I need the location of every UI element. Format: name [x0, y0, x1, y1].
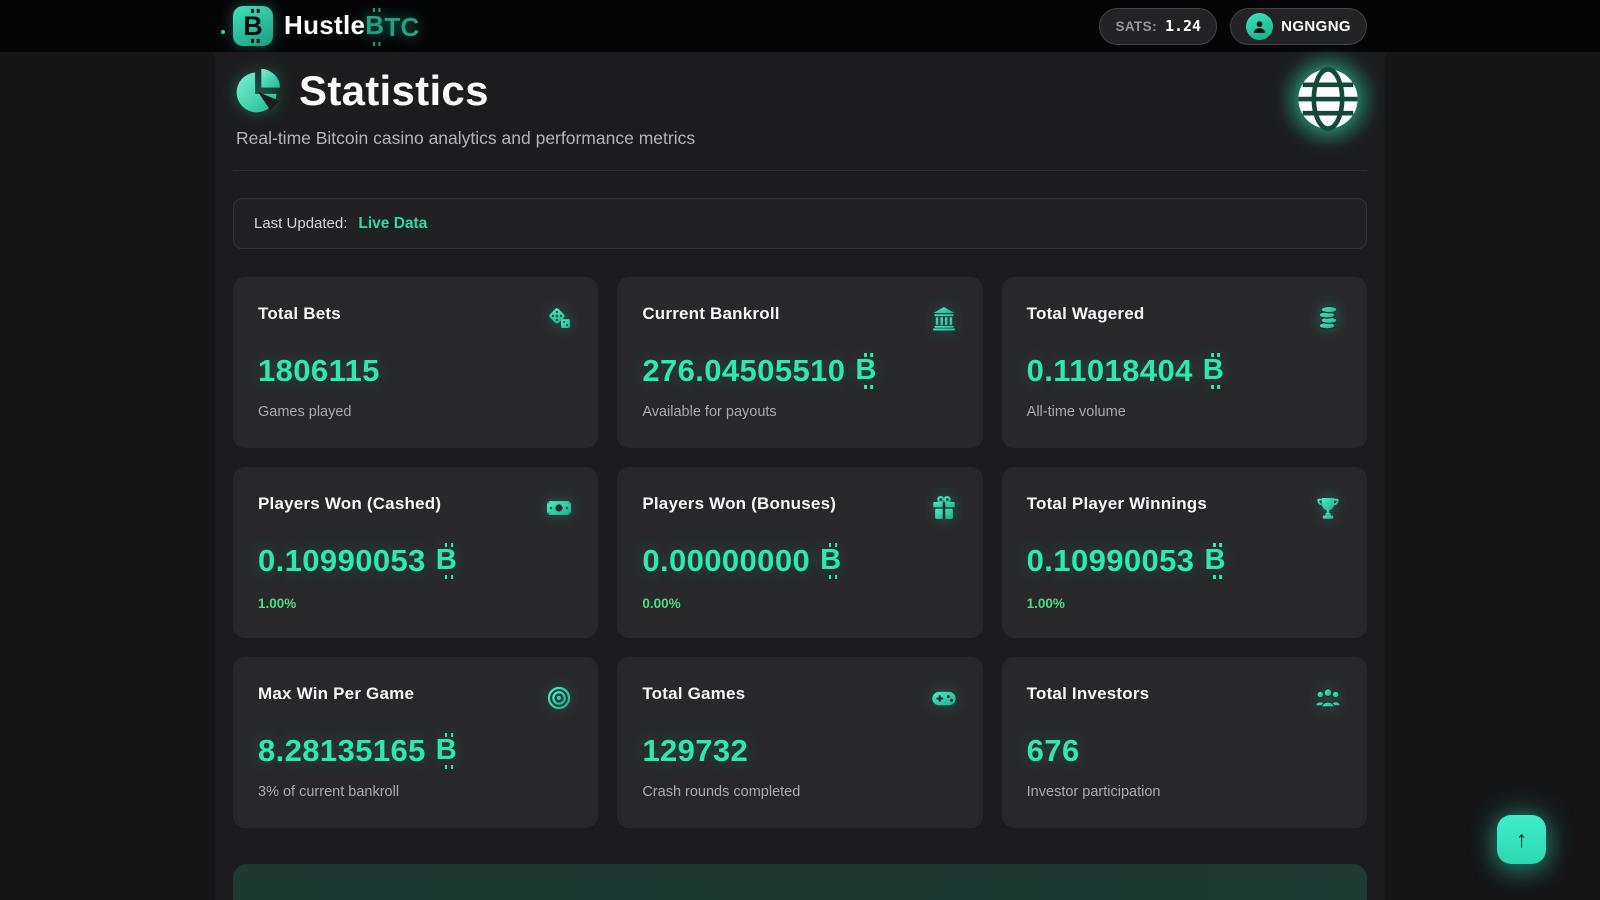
stat-card-total-investors: Total Investors 676 Investor participati…: [1002, 657, 1367, 828]
gamepad-icon: [930, 684, 958, 712]
btc-symbol: B: [820, 546, 841, 575]
card-title: Current Bankroll: [642, 304, 779, 324]
card-subtext: Available for payouts: [642, 404, 957, 420]
stat-card-total-wagered: Total Wagered 0.11018404B All-time volum…: [1002, 277, 1367, 448]
card-value: 676: [1027, 733, 1342, 769]
decor-dot: [221, 30, 225, 34]
btc-symbol: B: [436, 546, 457, 575]
card-percent: 1.00%: [258, 596, 573, 611]
card-title: Total Bets: [258, 304, 341, 324]
next-section-banner: [233, 864, 1367, 900]
card-percent: 0.00%: [642, 596, 957, 611]
card-title: Players Won (Cashed): [258, 494, 441, 514]
bitcoin-glyph: B: [243, 13, 263, 40]
dice-icon: [545, 304, 573, 332]
card-value: 0.00000000B: [642, 543, 957, 579]
sats-label: SATS:: [1115, 19, 1157, 34]
globe-icon: [1291, 62, 1365, 136]
card-value: 1806115: [258, 353, 573, 389]
card-title: Total Player Winnings: [1027, 494, 1207, 514]
card-value: 0.11018404B: [1027, 353, 1342, 389]
btc-symbol: B: [436, 736, 457, 765]
gift-icon: [930, 494, 958, 522]
page-subtitle: Real-time Bitcoin casino analytics and p…: [236, 128, 1367, 149]
last-updated-bar: Last Updated: Live Data: [233, 198, 1367, 249]
brand-name-accent: BTC: [365, 12, 419, 43]
page-title: Statistics: [299, 67, 489, 115]
stat-card-total-bets: Total Bets 1806115 Games played: [233, 277, 598, 448]
globe-illustration: [1291, 62, 1365, 136]
live-data-badge: Live Data: [358, 215, 427, 233]
card-subtext: Investor participation: [1027, 784, 1342, 800]
card-value: 0.10990053B: [258, 543, 573, 579]
sats-value: 1.24: [1165, 17, 1201, 35]
card-value: 129732: [642, 733, 957, 769]
users-icon: [1314, 684, 1342, 712]
card-subtext: Games played: [258, 404, 573, 420]
stat-card-total-games: Total Games 129732 Crash rounds complete…: [617, 657, 982, 828]
card-value: 276.04505510B: [642, 353, 957, 389]
stat-card-total-player-winnings: Total Player Winnings 0.10990053B 1.00%: [1002, 467, 1367, 638]
scroll-to-top-button[interactable]: ↑: [1497, 815, 1546, 864]
arrow-up-icon: ↑: [1516, 826, 1528, 853]
card-title: Total Investors: [1027, 684, 1150, 704]
username: NGNGNG: [1281, 18, 1351, 35]
user-icon: [1250, 17, 1269, 36]
sats-balance-badge[interactable]: SATS: 1.24: [1099, 8, 1217, 45]
money-bill-icon: [545, 494, 573, 522]
main-content: Statistics Real-time Bitcoin casino anal…: [215, 52, 1385, 900]
stat-card-players-won-cashed: Players Won (Cashed) 0.10990053B 1.00%: [233, 467, 598, 638]
btc-symbol: B: [1204, 546, 1225, 575]
card-percent: 1.00%: [1027, 596, 1342, 611]
btc-symbol: B: [1203, 356, 1224, 385]
divider: [233, 170, 1367, 171]
bank-icon: [930, 304, 958, 332]
btc-symbol: B: [855, 356, 876, 385]
stat-card-max-win-per-game: Max Win Per Game 8.28135165B 3% of curre…: [233, 657, 598, 828]
card-title: Players Won (Bonuses): [642, 494, 836, 514]
card-subtext: Crash rounds completed: [642, 784, 957, 800]
page-header: Statistics: [233, 66, 1367, 116]
pie-chart-icon: [233, 66, 283, 116]
brand-name: Hustle BTC: [284, 10, 420, 43]
stats-grid: Total Bets 1806115 Games played Current …: [233, 277, 1367, 828]
stat-card-current-bankroll: Current Bankroll 276.04505510B Available…: [617, 277, 982, 448]
brand-name-primary: Hustle: [284, 10, 365, 41]
card-value: 0.10990053B: [1027, 543, 1342, 579]
card-value: 8.28135165B: [258, 733, 573, 769]
last-updated-label: Last Updated:: [254, 215, 347, 232]
top-navbar: B Hustle BTC SATS: 1.24 NGNGNG: [0, 0, 1600, 52]
card-subtext: 3% of current bankroll: [258, 784, 573, 800]
card-subtext: All-time volume: [1027, 404, 1342, 420]
bullseye-icon: [545, 684, 573, 712]
bitcoin-logo-icon: B: [233, 6, 273, 46]
card-title: Max Win Per Game: [258, 684, 414, 704]
stat-card-players-won-bonuses: Players Won (Bonuses) 0.00000000B 0.00%: [617, 467, 982, 638]
card-title: Total Games: [642, 684, 745, 704]
trophy-icon: [1314, 494, 1342, 522]
coins-icon: [1314, 304, 1342, 332]
user-menu-button[interactable]: NGNGNG: [1230, 8, 1367, 45]
card-title: Total Wagered: [1027, 304, 1145, 324]
brand-logo[interactable]: B Hustle BTC: [233, 6, 420, 46]
avatar: [1246, 13, 1273, 40]
